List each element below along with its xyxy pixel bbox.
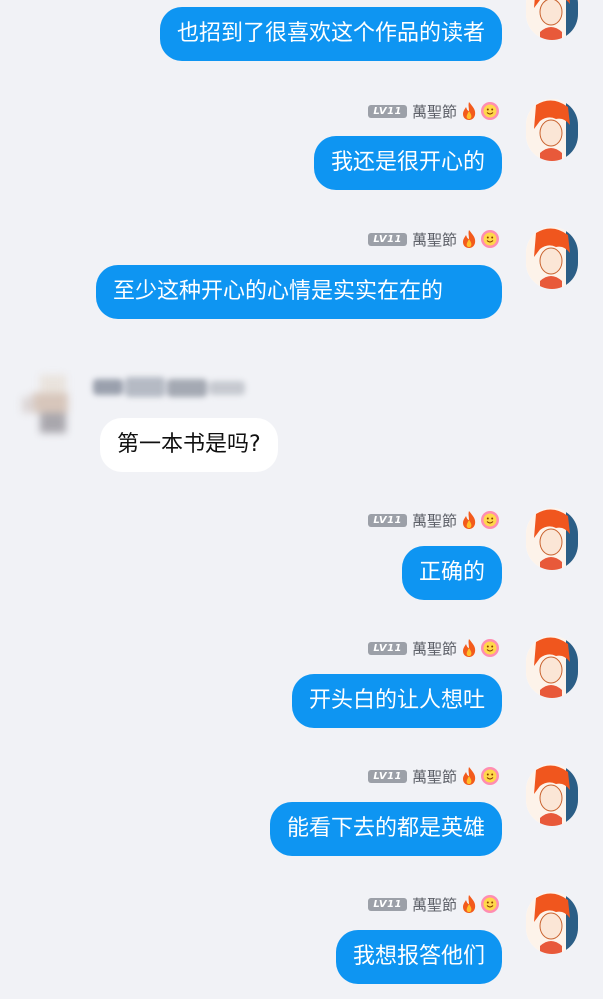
fire-icon (463, 102, 476, 120)
avatar[interactable] (22, 375, 78, 437)
chat-area: 也招到了很喜欢这个作品的读者 LV11 萬聖節 我还是很开心的 LV11 萬聖節… (0, 0, 603, 999)
message-bubble[interactable]: 也招到了很喜欢这个作品的读者 (159, 7, 502, 61)
sender-meta: LV11 萬聖節 (368, 892, 500, 916)
smile-icon (481, 767, 499, 785)
level-badge: LV11 (368, 897, 407, 911)
level-badge: LV11 (368, 104, 407, 118)
avatar[interactable] (526, 892, 578, 954)
fire-icon (463, 639, 476, 657)
message-text: 我想报答他们 (352, 944, 485, 969)
message-text: 我还是很开心的 (330, 150, 485, 175)
fire-icon (463, 230, 476, 248)
message-text: 第一本书是吗? (117, 432, 261, 457)
message-text: 至少这种开心的心情是实实在在的 (113, 279, 444, 304)
sender-nickname-blurred (93, 375, 253, 401)
avatar[interactable] (526, 0, 578, 40)
sender-meta: LV11 萬聖節 (368, 764, 500, 788)
sender-meta: LV11 萬聖節 (368, 99, 500, 123)
message-text: 正确的 (418, 560, 485, 585)
sender-meta: LV11 萬聖節 (368, 636, 500, 660)
avatar[interactable] (526, 99, 578, 161)
smile-icon (481, 102, 499, 120)
fire-icon (463, 511, 476, 529)
sender-nickname[interactable]: 萬聖節 (412, 894, 457, 915)
level-badge: LV11 (368, 641, 407, 655)
sender-meta: LV11 萬聖節 (368, 508, 500, 532)
message-bubble[interactable]: 能看下去的都是英雄 (269, 802, 502, 856)
sender-nickname[interactable]: 萬聖節 (412, 510, 457, 531)
message-bubble[interactable]: 开头白的让人想吐 (291, 674, 502, 728)
level-badge: LV11 (368, 232, 407, 246)
smile-icon (481, 639, 499, 657)
sender-meta: LV11 萬聖節 (368, 227, 500, 251)
fire-icon (463, 767, 476, 785)
sender-nickname[interactable]: 萬聖節 (412, 229, 457, 250)
message-bubble[interactable]: 我还是很开心的 (313, 136, 502, 190)
message-text: 开头白的让人想吐 (308, 688, 485, 713)
avatar[interactable] (526, 636, 578, 698)
level-badge: LV11 (368, 769, 407, 783)
smile-icon (481, 511, 499, 529)
avatar[interactable] (526, 227, 578, 289)
message-bubble[interactable]: 第一本书是吗? (100, 418, 278, 472)
message-text: 能看下去的都是英雄 (286, 816, 485, 841)
level-badge: LV11 (368, 513, 407, 527)
message-bubble[interactable]: 正确的 (401, 546, 502, 600)
fire-icon (463, 895, 476, 913)
avatar[interactable] (526, 764, 578, 826)
message-bubble[interactable]: 至少这种开心的心情是实实在在的 (96, 265, 502, 319)
smile-icon (481, 230, 499, 248)
sender-nickname[interactable]: 萬聖節 (412, 638, 457, 659)
avatar[interactable] (526, 508, 578, 570)
sender-nickname[interactable]: 萬聖節 (412, 766, 457, 787)
sender-nickname[interactable]: 萬聖節 (412, 101, 457, 122)
message-bubble[interactable]: 我想报答他们 (335, 930, 502, 984)
smile-icon (481, 895, 499, 913)
message-text: 也招到了很喜欢这个作品的读者 (176, 21, 485, 46)
